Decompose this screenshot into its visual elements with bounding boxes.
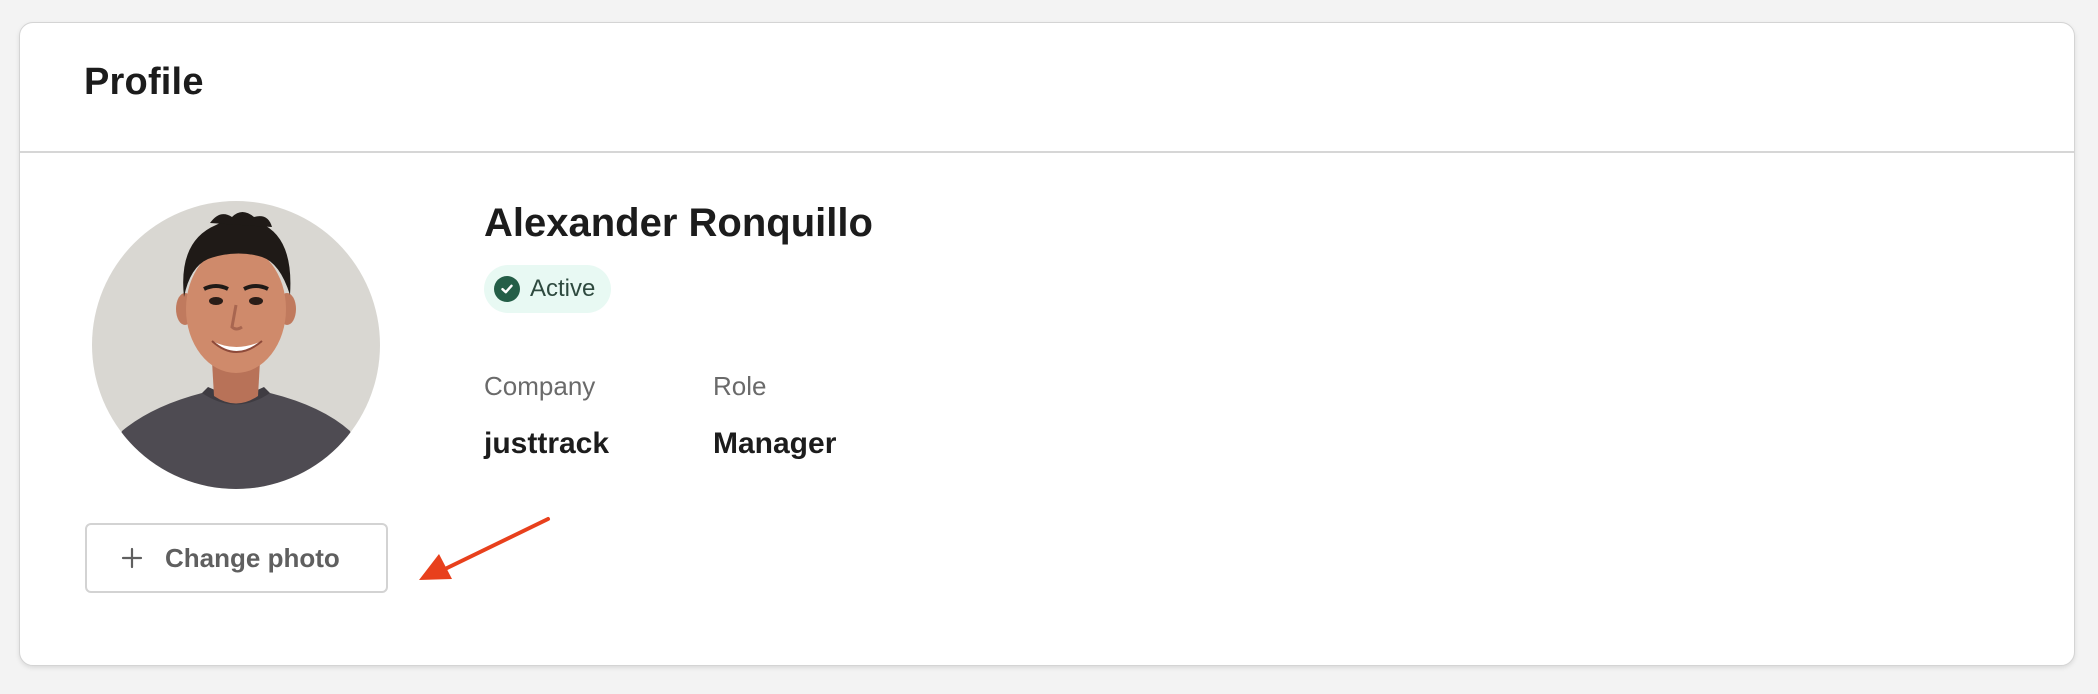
profile-name: Alexander Ronquillo bbox=[484, 201, 873, 245]
avatar bbox=[92, 201, 380, 489]
check-circle-icon bbox=[494, 276, 520, 302]
change-photo-button[interactable]: Change photo bbox=[85, 523, 388, 593]
change-photo-label: Change photo bbox=[165, 542, 340, 573]
profile-card-header: Profile bbox=[20, 23, 2074, 153]
profile-card: Profile Alexander Ronquillo Active Compa… bbox=[19, 22, 2075, 666]
company-label: Company bbox=[484, 371, 596, 401]
role-label: Role bbox=[713, 371, 767, 401]
red-arrow-icon bbox=[419, 517, 550, 580]
status-label: Active bbox=[530, 275, 596, 302]
status-badge: Active bbox=[484, 265, 612, 313]
plus-icon bbox=[121, 547, 143, 569]
role-value: Manager bbox=[713, 427, 837, 460]
avatar-photo bbox=[92, 201, 380, 489]
company-value: justtrack bbox=[484, 427, 610, 460]
page-title: Profile bbox=[84, 61, 204, 103]
